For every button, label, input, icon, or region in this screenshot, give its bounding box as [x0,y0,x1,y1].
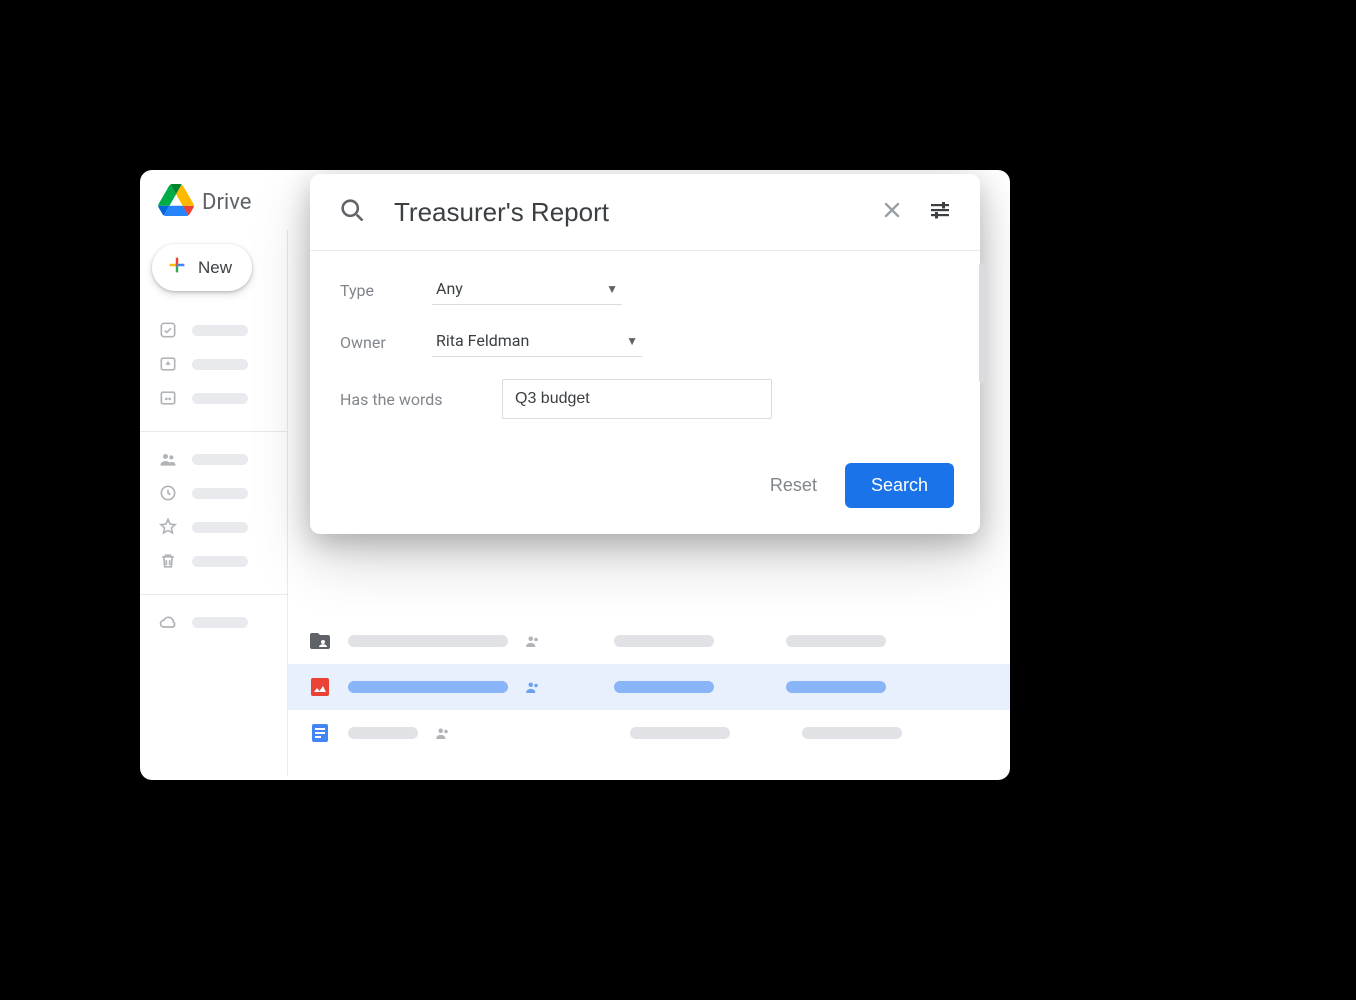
sidebar-item-my-drive[interactable] [140,347,287,381]
file-col-placeholder [614,635,714,647]
sidebar-item-label [192,488,248,499]
sidebar-item-label [192,359,248,370]
file-name-placeholder [348,681,508,693]
sidebar: New [140,230,288,776]
plus-icon [166,254,188,281]
people-icon [158,449,178,469]
file-col-placeholder [802,727,902,739]
search-input[interactable] [394,197,852,228]
drive-logo-icon [158,184,194,220]
clock-icon [158,483,178,503]
sidebar-item-label [192,617,248,628]
chevron-down-icon: ▼ [626,334,638,348]
file-row[interactable] [288,710,1010,756]
sidebar-item-trash[interactable] [140,544,287,578]
search-options-icon[interactable] [928,198,952,226]
shared-icon [524,632,542,650]
folder-shared-icon [308,629,332,653]
new-button-label: New [198,258,232,278]
search-bar [310,174,980,250]
filter-type-dropdown[interactable]: Any ▼ [432,275,622,305]
filter-owner-value: Rita Feldman [436,331,529,350]
sidebar-item-label [192,325,248,336]
sidebar-item-shared-drives[interactable] [140,381,287,415]
sidebar-item-label [192,522,248,533]
file-col-placeholder [786,681,886,693]
shared-drives-icon [158,388,178,408]
shared-icon [434,724,452,742]
image-file-icon [308,675,332,699]
scrollbar-thumb[interactable] [979,263,985,383]
file-row-selected[interactable] [288,664,1010,710]
sidebar-item-shared[interactable] [140,442,287,476]
file-col-placeholder [786,635,886,647]
search-icon [338,196,366,228]
trash-icon [158,551,178,571]
filter-owner-row: Owner Rita Feldman ▼ [340,327,950,357]
sidebar-item-label [192,393,248,404]
check-square-icon [158,320,178,340]
shared-icon [524,678,542,696]
sidebar-item-label [192,556,248,567]
filter-type-row: Type Any ▼ [340,275,950,305]
sidebar-item-recent[interactable] [140,476,287,510]
search-panel-footer: Reset Search [310,449,980,534]
filter-words-row: Has the words [340,379,950,419]
search-filters: Type Any ▼ Owner Rita Feldman ▼ Has the … [310,251,980,449]
star-icon [158,517,178,537]
sidebar-item-starred[interactable] [140,510,287,544]
file-name-placeholder [348,635,508,647]
filter-owner-dropdown[interactable]: Rita Feldman ▼ [432,327,642,357]
sidebar-item-storage[interactable] [140,605,287,639]
filter-owner-label: Owner [340,333,420,352]
drive-icon [158,354,178,374]
filter-words-label: Has the words [340,390,490,409]
file-row[interactable] [288,618,1010,664]
advanced-search-panel: Type Any ▼ Owner Rita Feldman ▼ Has the … [310,174,980,534]
file-col-placeholder [614,681,714,693]
filter-type-value: Any [436,279,463,298]
reset-button[interactable]: Reset [770,475,817,496]
docs-file-icon [308,721,332,745]
chevron-down-icon: ▼ [606,282,618,296]
sidebar-item-label [192,454,248,465]
app-title: Drive [202,190,251,215]
new-button[interactable]: New [152,244,252,291]
filter-words-input[interactable] [502,379,772,419]
filter-type-label: Type [340,281,420,300]
file-col-placeholder [630,727,730,739]
app-logo-title[interactable]: Drive [158,184,251,220]
cloud-icon [158,612,178,632]
file-name-placeholder [348,727,418,739]
sidebar-item-priority[interactable] [140,313,287,347]
clear-search-button[interactable] [880,198,904,226]
search-button[interactable]: Search [845,463,954,508]
